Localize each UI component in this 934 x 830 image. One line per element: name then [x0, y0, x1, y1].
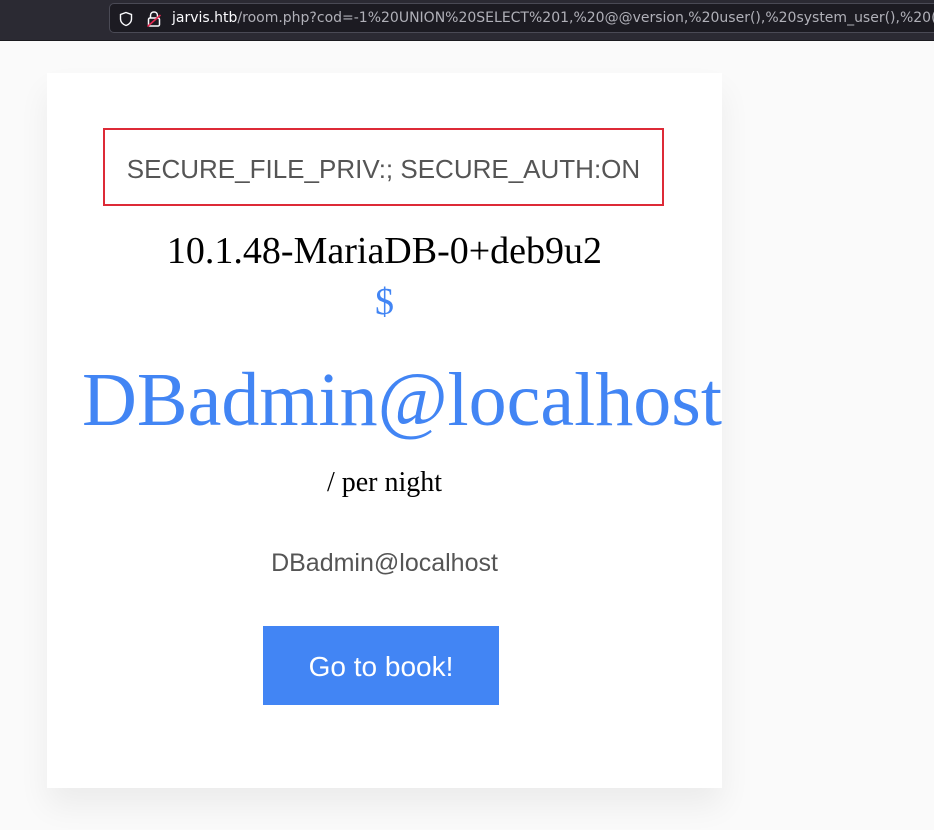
room-card: SECURE_FILE_PRIV:; SECURE_AUTH:ON 10.1.4…: [47, 73, 722, 788]
room-title: SECURE_FILE_PRIV:; SECURE_AUTH:ON: [126, 154, 641, 184]
url-text[interactable]: jarvis.htb/room.php?cod=-1%20UNION%20SEL…: [172, 4, 934, 32]
shield-icon[interactable]: [118, 11, 134, 27]
room-description: DBadmin@localhost: [271, 549, 498, 577]
room-title-box: SECURE_FILE_PRIV:; SECURE_AUTH:ON: [103, 128, 664, 206]
room-subtitle: 10.1.48-MariaDB-0+deb9u2: [166, 230, 603, 272]
room-price: DBadmin@localhost: [82, 358, 722, 442]
per-night-label: / per night: [326, 467, 443, 498]
currency-symbol: $: [375, 281, 394, 323]
book-button[interactable]: Go to book!: [263, 626, 499, 705]
insecure-lock-icon[interactable]: [146, 10, 162, 28]
address-bar[interactable]: jarvis.htb/room.php?cod=-1%20UNION%20SEL…: [109, 3, 934, 33]
url-path: /room.php?cod=-1%20UNION%20SELECT%201,%2…: [237, 10, 934, 26]
url-host: jarvis.htb: [172, 10, 238, 26]
browser-toolbar: jarvis.htb/room.php?cod=-1%20UNION%20SEL…: [0, 0, 934, 41]
